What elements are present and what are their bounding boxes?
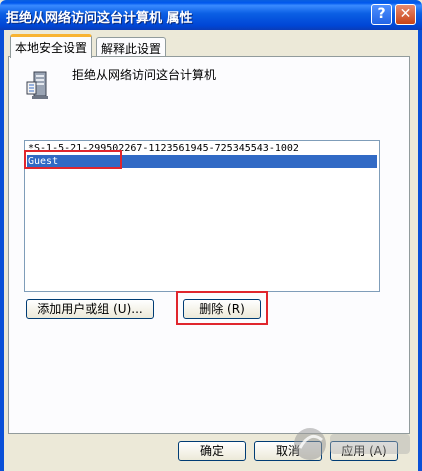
tab-local-security-setting[interactable]: 本地安全设置: [10, 34, 93, 58]
policy-title: 拒绝从网络访问这台计算机: [72, 68, 217, 82]
remove-button[interactable]: 删除 (R): [183, 299, 261, 319]
add-user-or-group-button[interactable]: 添加用户或组 (U)...: [26, 299, 154, 319]
server-policy-icon: [26, 71, 48, 99]
ok-button[interactable]: 确定: [178, 441, 246, 461]
watermark-logo: [294, 428, 410, 460]
close-button[interactable]: ✕: [395, 4, 416, 25]
window-frame-right: [418, 30, 422, 471]
window-title: 拒绝从网络访问这台计算机 属性: [6, 11, 193, 26]
help-button[interactable]: ?: [371, 4, 392, 25]
window-frame-left: [0, 30, 4, 471]
highlight-guest-box: [24, 150, 122, 169]
tab-explain-setting[interactable]: 解释此设置: [96, 37, 167, 57]
